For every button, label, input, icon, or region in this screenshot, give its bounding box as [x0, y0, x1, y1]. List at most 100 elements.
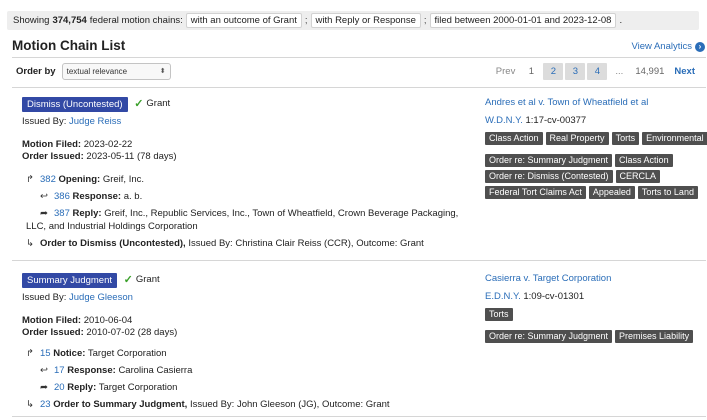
case-docket: E.D.N.Y. 1:09-cv-01301 — [485, 291, 705, 302]
motion-tag[interactable]: Order re: Summary Judgment — [485, 330, 613, 343]
motion-tag[interactable]: CERCLA — [615, 170, 661, 183]
case-title-link[interactable]: Andres et al v. Town of Wheatfield et al — [485, 97, 705, 109]
docket-entry-link[interactable]: 23 — [40, 399, 51, 410]
chain-order-label: Order to Summary Judgment, — [53, 399, 188, 410]
motion-tag[interactable]: Order re: Summary Judgment — [485, 154, 613, 167]
filter-chip-date-range[interactable]: filed between 2000-01-01 and 2023-12-08 — [429, 13, 617, 28]
docket-number: 1:17-cv-00377 — [525, 115, 587, 126]
order-by-select[interactable]: textual relevance ⬍ — [61, 63, 171, 80]
chain-entry-text: Greif, Inc. — [102, 174, 145, 185]
case-title-link[interactable]: Casierra v. Target Corporation — [485, 273, 705, 285]
court-link[interactable]: E.D.N.Y. — [485, 291, 521, 302]
chain-entry-label: Reply: — [72, 208, 102, 219]
outcome-label: Grant — [135, 274, 160, 285]
pagination-ellipsis: ... — [615, 66, 624, 77]
filter-chip-outcome[interactable]: with an outcome of Grant — [185, 13, 302, 28]
chain-response: ↩ 386 Response: a. b. — [40, 191, 458, 203]
result-divider — [12, 416, 706, 417]
case-info: Casierra v. Target Corporation E.D.N.Y. … — [485, 273, 705, 343]
chain-order: ↳ 23 Order to Summary Judgment, Issued B… — [26, 399, 390, 411]
pagination-page-2[interactable]: 2 — [543, 63, 564, 80]
docket-entry-link[interactable]: 382 — [40, 174, 56, 185]
chain-entry-label: Reply: — [67, 382, 97, 393]
judge-link[interactable]: Judge Reiss — [69, 116, 121, 127]
court-link[interactable]: W.D.N.Y. — [485, 115, 523, 126]
case-tag[interactable]: Real Property — [545, 132, 609, 145]
docket-entry-link[interactable]: 387 — [54, 208, 70, 219]
view-analytics-label[interactable]: View Analytics — [631, 41, 692, 52]
motion-type-badge[interactable]: Summary Judgment — [22, 273, 118, 288]
reply-arrow-icon: ↩ — [40, 365, 48, 376]
chain-entry-label: Notice: — [53, 348, 86, 359]
order-by-value: textual relevance — [66, 67, 128, 76]
motion-filed-label: Motion Filed: — [22, 139, 82, 150]
motion-tags: Order re: Summary Judgment Premises Liab… — [485, 330, 707, 343]
pagination-last-page[interactable]: 14,991 — [631, 63, 668, 80]
docket-entry-link[interactable]: 386 — [54, 191, 70, 202]
chain-order-text: Issued By: John Gleeson (JG), Outcome: G… — [189, 399, 390, 410]
motion-filed-date: 2010-06-04 — [83, 315, 133, 326]
case-tag[interactable]: Class Action — [485, 132, 543, 145]
flag-branch-icon: ↳ — [26, 399, 34, 410]
docket-number: 1:09-cv-01301 — [523, 291, 585, 302]
motion-tag[interactable]: Class Action — [615, 154, 673, 167]
page-title: Motion Chain List — [12, 38, 126, 53]
chain-opening: ↱ 382 Opening: Greif, Inc. — [26, 174, 458, 186]
case-tag[interactable]: Environmental — [642, 132, 707, 145]
chain-order-label: Order to Dismiss (Uncontested), — [40, 238, 186, 249]
motion-tag[interactable]: Federal Tort Claims Act — [485, 186, 586, 199]
motion-tag[interactable]: Torts to Land — [637, 186, 698, 199]
result-divider — [12, 260, 706, 261]
chain-opening: ↱ 15 Notice: Target Corporation — [26, 348, 390, 360]
flag-branch-icon: ↱ — [26, 174, 34, 185]
motion-type-badge[interactable]: Dismiss (Uncontested) — [22, 97, 128, 112]
arrow-circle-icon[interactable]: › — [695, 41, 705, 52]
pagination-page-1[interactable]: 1 — [521, 63, 541, 80]
pagination-page-4[interactable]: 4 — [587, 63, 608, 80]
chain-entry-text: a. b. — [123, 191, 143, 202]
docket-entry-link[interactable]: 17 — [54, 365, 65, 376]
updown-caret-icon: ⬍ — [159, 68, 166, 75]
docket-chain: ↱ 15 Notice: Target Corporation ↩ 17 Res… — [26, 348, 390, 411]
pagination-next[interactable]: Next — [670, 63, 699, 80]
chain-entry-text: Carolina Casierra — [118, 365, 193, 376]
flag-branch-icon: ↱ — [26, 348, 34, 359]
motion-filed-date: 2023-02-22 — [83, 139, 133, 150]
list-header: Motion Chain List View Analytics › — [12, 38, 706, 56]
pagination-prev[interactable]: Prev — [492, 63, 520, 80]
docket-entry-link[interactable]: 15 — [40, 348, 51, 359]
motion-tag[interactable]: Premises Liability — [615, 330, 694, 343]
chain-entry-text: Greif, Inc., Republic Services, Inc., To… — [104, 208, 459, 219]
filter-prefix: Showing — [13, 15, 50, 26]
forward-arrow-icon: ➦ — [40, 208, 48, 219]
case-info: Andres et al v. Town of Wheatfield et al… — [485, 97, 707, 199]
docket-chain: ↱ 382 Opening: Greif, Inc. ↩ 386 Respons… — [26, 174, 459, 250]
filter-end: . — [619, 15, 623, 26]
motion-tag[interactable]: Order re: Dismiss (Contested) — [485, 170, 613, 183]
flag-branch-icon: ↳ — [26, 238, 34, 249]
case-tag[interactable]: Torts — [611, 132, 640, 145]
outcome-label: Grant — [146, 98, 171, 109]
chain-reply: ➦ 387 Reply: Greif, Inc., Republic Servi… — [40, 208, 459, 220]
forward-arrow-icon: ➦ — [40, 382, 48, 393]
filter-suffix: federal motion chains: — [89, 15, 183, 26]
judge-link[interactable]: Judge Gleeson — [69, 292, 133, 303]
filter-separator: ; — [423, 15, 427, 26]
reply-arrow-icon: ↩ — [40, 191, 48, 202]
case-tag[interactable]: Torts — [485, 308, 513, 321]
case-tags: Class Action Real Property Torts Environ… — [485, 132, 707, 145]
motion-tag[interactable]: Appealed — [588, 186, 635, 199]
chain-reply-continued: LLC, and Industrial Holdings Corporation — [26, 221, 198, 232]
pagination-page-3[interactable]: 3 — [565, 63, 586, 80]
chain-entry-text: Target Corporation — [87, 348, 167, 359]
docket-entry-link[interactable]: 20 — [54, 382, 65, 393]
outcome-status: ✓ Grant — [124, 273, 160, 286]
filter-chip-reply[interactable]: with Reply or Response — [310, 13, 421, 28]
chain-response: ↩ 17 Response: Carolina Casierra — [40, 365, 390, 377]
view-analytics-link[interactable]: View Analytics › — [631, 41, 705, 52]
case-tags: Torts — [485, 308, 707, 321]
chain-entry-label: Response: — [67, 365, 116, 376]
checkmark-icon: ✓ — [134, 98, 144, 110]
motion-filed-label: Motion Filed: — [22, 315, 82, 326]
filter-separator: ; — [304, 15, 308, 26]
